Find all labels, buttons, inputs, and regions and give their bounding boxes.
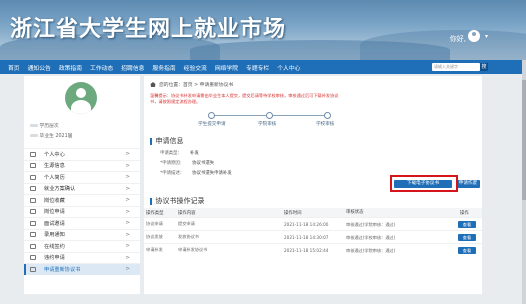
apply-field-reason: *申请原因： 协议书遗失 [160,161,215,166]
chevron-right-icon: > [125,243,130,250]
scrollbar-thumb[interactable] [522,80,526,200]
step-label: 学院审核 [258,122,277,127]
sidebar: 学历层次 毕业生 2021届 个人中心 > 生源信息 > 个人简历 > 就业方案确认 >… [24,76,140,294]
site-title: 浙江省大学生网上就业市场 [10,16,287,42]
apply-void-button[interactable]: 申请作废 [456,180,480,188]
chevron-right-icon: > [125,162,130,169]
sidebar-item-personal-center[interactable]: 个人中心 > [24,148,140,160]
apply-field-desc: *申请描述： 协议书遗失申请补发 [160,171,232,176]
menu-icon [30,255,36,261]
record-title: 协议书操作记录 [150,196,205,206]
nav-item-academy[interactable]: 网络学院 [211,63,242,72]
sidebar-item-resume[interactable]: 个人简历 > [24,171,140,183]
chevron-right-icon: > [125,254,130,261]
nav-item-services[interactable]: 服务指南 [148,63,179,72]
user-menu-chevron-icon[interactable]: ▾ [485,33,488,40]
sidebar-item-breach-apply[interactable]: 违约申请 > [24,251,140,264]
nav-item-experience[interactable]: 经验交流 [180,63,211,72]
nav-item-home[interactable]: 首页 [4,63,24,72]
nav-item-notices[interactable]: 通知公告 [24,63,55,72]
view-button[interactable]: 查看 [458,247,476,254]
nav-item-policies[interactable]: 政策指南 [55,63,86,72]
step-dot [208,112,215,119]
chevron-right-icon: > [125,220,130,227]
main-nav: 首页 通知公告 政策指南 工作动态 招聘信息 服务指南 经验交流 网络学院 专题… [0,60,526,74]
menu-icon [30,174,36,180]
menu-icon [30,243,36,249]
breadcrumb: 您的位置：首页 > 申请重新协议书 [150,81,233,88]
menu-icon [30,151,36,157]
search-input[interactable]: 请输入关键字 [432,63,480,71]
chevron-right-icon: > [125,231,130,238]
page-frame: 浙江省大学生网上就业市场 你好, ▾ 首页 通知公告 政策指南 工作动态 招聘信… [0,0,526,304]
nav-item-news[interactable]: 工作动态 [86,63,117,72]
sidebar-item-student-info[interactable]: 生源信息 > [24,159,140,172]
sidebar-info-line: 学历层次 [30,122,59,129]
menu-icon [30,220,36,226]
user-greeting: 你好, [449,35,466,43]
table-row: 协议发放 发放协议书 2021-11-18 14:30:07 审核通过(学校审核… [144,230,482,243]
table-header: 操作类型 操作内容 操作时间 审核状态 操作 [144,208,482,217]
progress-steps: 学生提交申请 学院审核 学校审核 [198,112,335,132]
apply-info-title: 申请信息 [150,136,184,146]
annotation-highlight-box [390,175,458,192]
chevron-right-icon: > [125,197,130,204]
sidebar-item-job-applications[interactable]: 岗位申请 > [24,205,140,218]
search-button[interactable]: 搜 [480,63,488,71]
step-label: 学校审核 [316,122,335,127]
sidebar-item-reissue-agreement[interactable]: 申请重新协议书 > [24,263,140,275]
apply-field-type: 申请类型： 补发 [160,151,199,156]
nav-item-jobs[interactable]: 招聘信息 [117,63,148,72]
menu-icon [30,197,36,203]
menu-icon [30,186,36,192]
chevron-right-icon: > [125,174,130,181]
step-dot [324,112,331,119]
step-dot [266,112,273,119]
profile-avatar [65,82,97,114]
nav-item-personal[interactable]: 个人中心 [273,63,304,72]
view-button[interactable]: 查看 [458,234,476,241]
sidebar-info-line: 毕业生 2021届 [30,132,72,139]
chevron-right-icon: > [125,208,130,215]
record-table: 操作类型 操作内容 操作时间 审核状态 操作 协议申请 提交申请 2021-11… [144,208,482,256]
chevron-right-icon: > [125,185,130,192]
menu-icon [30,266,36,272]
sidebar-item-plan-confirm[interactable]: 就业方案确认 > [24,182,140,195]
chevron-right-icon: > [125,266,130,273]
menu-icon [30,209,36,215]
home-icon [150,82,156,87]
notice-text: 温馨提示：协议书补发申请需由毕业生本人提交，提交后请等待学校审核，审核通过后可下… [150,93,339,104]
sidebar-item-online-signing[interactable]: 在线签约 > [24,240,140,252]
nav-item-topics[interactable]: 专题专栏 [242,63,273,72]
sidebar-item-offer-notices[interactable]: 录用通知 > [24,228,140,241]
menu-icon [30,163,36,169]
view-button[interactable]: 查看 [458,221,476,228]
table-row: 协议申请 提交申请 2021-11-18 14:26:00 审核通过(学院审核：… [144,217,482,230]
user-avatar-icon[interactable] [468,30,480,42]
table-row: 申请补发 申请补发协议书 2021-11-18 15:02:44 审核通过(学院… [144,243,482,256]
step-label: 学生提交申请 [198,122,226,127]
sidebar-menu: 个人中心 > 生源信息 > 个人简历 > 就业方案确认 > 岗位收藏 > 岗位申请 > 面试… [24,148,140,275]
page-scrollbar[interactable] [522,60,526,304]
menu-icon [30,232,36,238]
site-banner: 浙江省大学生网上就业市场 你好, ▾ [0,0,526,60]
sidebar-item-job-favorites[interactable]: 岗位收藏 > [24,194,140,206]
sidebar-item-interview-invites[interactable]: 面试邀请 > [24,217,140,229]
chevron-right-icon: > [125,151,130,158]
